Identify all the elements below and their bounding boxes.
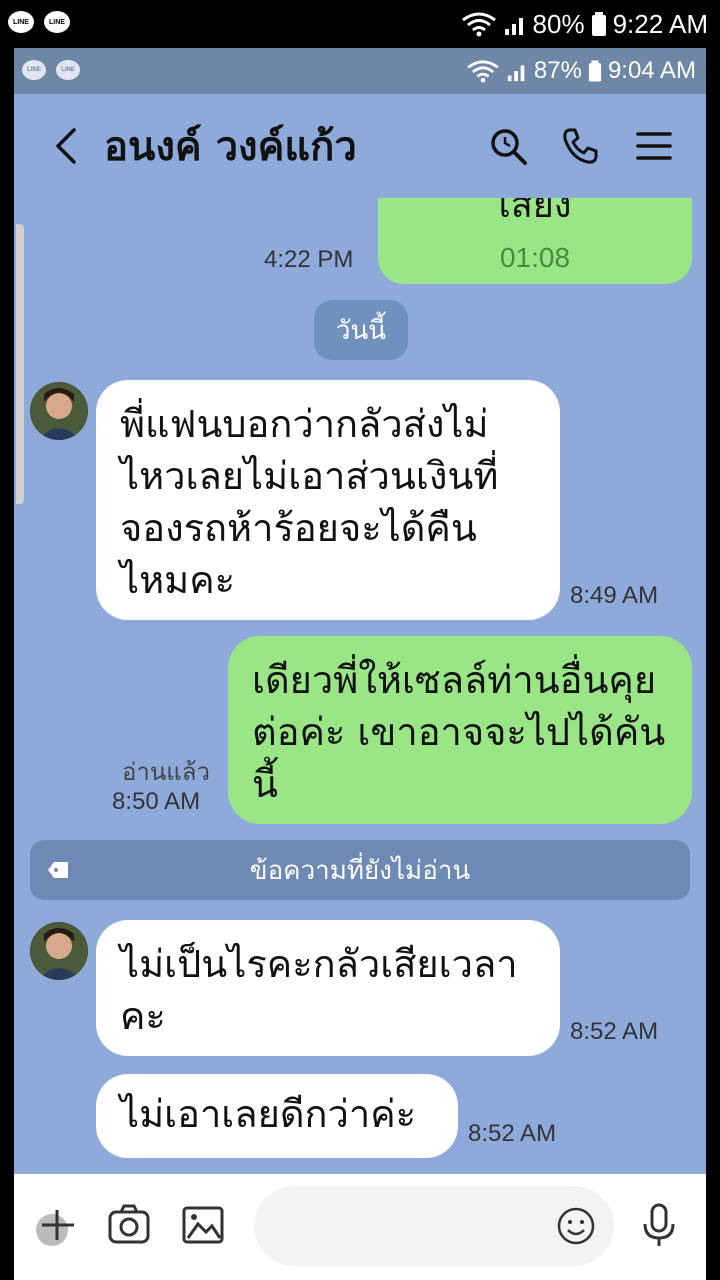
avatar[interactable]	[30, 382, 88, 440]
emoji-icon[interactable]	[556, 1206, 596, 1246]
message-time: 8:50 AM	[112, 788, 201, 815]
unread-divider: ข้อความที่ยังไม่อ่าน	[30, 840, 690, 900]
battery-percent: 87%	[533, 57, 582, 84]
line-notification-icon: LINE	[44, 11, 70, 33]
received-message-bubble[interactable]: ไม่เอาเลยดีกว่าค่ะ	[96, 1074, 458, 1158]
wifi-icon	[461, 12, 496, 37]
clock: 9:04 AM	[607, 57, 696, 84]
wifi-icon	[467, 60, 499, 83]
search-icon[interactable]	[488, 126, 528, 166]
message-input-bar	[14, 1174, 706, 1280]
contact-name: อนงค์ วงค์แก้ว	[104, 124, 357, 170]
line-notification-icon: LINE	[56, 60, 80, 80]
line-chat-screen: LINE LINE 87% 9:04 AM อนงค์ วงค์แก้ว เสี…	[14, 48, 706, 1280]
sent-message-bubble[interactable]: เดียวพี่ให้เซลล์ท่านอื่นคุยต่อค่ะ เขาอาจ…	[228, 636, 692, 824]
chat-header: อนงค์ วงค์แก้ว	[14, 94, 706, 198]
tag-icon	[48, 862, 68, 878]
signal-icon	[504, 18, 523, 35]
unread-label: ข้อความที่ยังไม่อ่าน	[249, 855, 471, 886]
mic-icon[interactable]	[636, 1202, 682, 1248]
camera-icon[interactable]	[106, 1202, 152, 1248]
scroll-indicator[interactable]	[16, 224, 24, 504]
read-receipt: อ่านแล้ว	[122, 759, 210, 786]
received-message-bubble[interactable]: ไม่เป็นไรคะกลัวเสียเวลาคะ	[96, 920, 560, 1056]
voice-message-label: เสียง	[498, 198, 572, 226]
image-icon[interactable]	[180, 1202, 226, 1248]
message-input[interactable]	[254, 1186, 614, 1266]
voice-duration: 01:08	[499, 242, 571, 273]
avatar[interactable]	[30, 922, 88, 980]
outer-status-bar: LINE LINE 80% 9:22 AM	[0, 0, 720, 48]
message-time: 8:49 AM	[570, 582, 659, 609]
message-time: 8:52 AM	[468, 1120, 557, 1147]
line-notification-icon: LINE	[8, 11, 34, 33]
plus-icon[interactable]	[34, 1202, 80, 1248]
signal-icon	[507, 65, 525, 82]
battery-icon	[588, 60, 602, 82]
phone-icon[interactable]	[560, 126, 600, 166]
message-time: 4:22 PM	[264, 246, 354, 273]
back-icon[interactable]	[48, 124, 88, 168]
battery-icon	[591, 12, 606, 36]
menu-icon[interactable]	[634, 126, 674, 166]
battery-percent: 80%	[532, 8, 585, 39]
clock: 9:22 AM	[612, 8, 708, 39]
date-divider: วันนี้	[314, 300, 408, 360]
message-time: 8:52 AM	[570, 1018, 659, 1045]
inner-status-bar: LINE LINE 87% 9:04 AM	[14, 48, 706, 94]
voice-message-bubble[interactable]: เสียง 01:08	[378, 198, 692, 284]
received-message-bubble[interactable]: พี่แฟนบอกว่ากลัวส่งไม่ไหวเลยไม่เอาส่วนเง…	[96, 380, 560, 620]
line-notification-icon: LINE	[22, 60, 46, 80]
